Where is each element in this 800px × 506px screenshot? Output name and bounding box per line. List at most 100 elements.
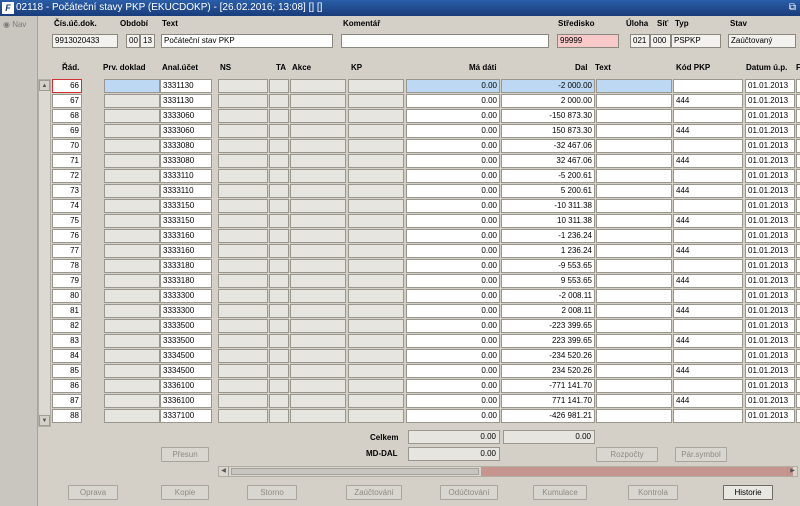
account-cell[interactable]: 3336100 — [160, 394, 212, 408]
table-row[interactable]: 73 3333110 0.00 5 200.61 444 01.01.2013 — [52, 184, 800, 199]
primary-doc-cell[interactable] — [104, 379, 160, 393]
debit-cell[interactable]: 0.00 — [406, 304, 500, 318]
copy-button[interactable]: Kopie — [161, 485, 209, 500]
ta-cell[interactable] — [269, 319, 289, 333]
credit-cell[interactable]: 771 141.70 — [501, 394, 595, 408]
row-number-cell[interactable]: 77 — [52, 244, 82, 258]
akce-cell[interactable] — [290, 379, 346, 393]
row-number-cell[interactable]: 79 — [52, 274, 82, 288]
date-cell[interactable]: 01.01.2013 — [745, 214, 795, 228]
date-cell[interactable]: 01.01.2013 — [745, 304, 795, 318]
kp-cell[interactable] — [348, 139, 404, 153]
row-number-cell[interactable]: 84 — [52, 349, 82, 363]
scroll-down-icon[interactable]: ▼ — [39, 415, 50, 426]
debit-cell[interactable]: 0.00 — [406, 364, 500, 378]
extra-cell[interactable] — [796, 274, 800, 288]
primary-doc-cell[interactable] — [104, 394, 160, 408]
row-number-cell[interactable]: 86 — [52, 379, 82, 393]
row-number-cell[interactable]: 82 — [52, 319, 82, 333]
text-cell[interactable] — [596, 154, 672, 168]
primary-doc-cell[interactable] — [104, 154, 160, 168]
kod-pkp-cell[interactable] — [673, 349, 743, 363]
akce-cell[interactable] — [290, 184, 346, 198]
kod-pkp-cell[interactable]: 444 — [673, 184, 743, 198]
credit-cell[interactable]: -771 141.70 — [501, 379, 595, 393]
credit-cell[interactable]: -2 008.11 — [501, 289, 595, 303]
table-row[interactable]: 81 3333300 0.00 2 008.11 444 01.01.2013 — [52, 304, 800, 319]
ta-cell[interactable] — [269, 109, 289, 123]
ta-cell[interactable] — [269, 214, 289, 228]
kod-pkp-cell[interactable]: 444 — [673, 334, 743, 348]
ta-cell[interactable] — [269, 334, 289, 348]
move-button[interactable]: Přesun — [161, 447, 209, 462]
scroll-left-icon[interactable]: ◀ — [219, 467, 229, 476]
credit-cell[interactable]: -2 000.00 — [501, 79, 595, 93]
primary-doc-cell[interactable] — [104, 334, 160, 348]
akce-cell[interactable] — [290, 349, 346, 363]
primary-doc-cell[interactable] — [104, 94, 160, 108]
text-cell[interactable] — [596, 244, 672, 258]
ta-cell[interactable] — [269, 229, 289, 243]
akce-cell[interactable] — [290, 364, 346, 378]
center-field[interactable]: 99999 — [557, 34, 619, 48]
kp-cell[interactable] — [348, 154, 404, 168]
primary-doc-cell[interactable] — [104, 124, 160, 138]
table-row[interactable]: 76 3333160 0.00 -1 236.24 01.01.2013 — [52, 229, 800, 244]
row-number-cell[interactable]: 81 — [52, 304, 82, 318]
extra-cell[interactable] — [796, 229, 800, 243]
primary-doc-cell[interactable] — [104, 184, 160, 198]
period-field-b[interactable]: 13 — [140, 34, 155, 48]
credit-cell[interactable]: 234 520.26 — [501, 364, 595, 378]
kod-pkp-cell[interactable] — [673, 199, 743, 213]
scroll-up-icon[interactable]: ▲ — [39, 80, 50, 91]
credit-cell[interactable]: 223 399.65 — [501, 334, 595, 348]
kod-pkp-cell[interactable] — [673, 229, 743, 243]
budgets-button[interactable]: Rozpočty — [596, 447, 658, 462]
credit-cell[interactable]: 10 311.38 — [501, 214, 595, 228]
account-cell[interactable]: 3333500 — [160, 319, 212, 333]
horizontal-scrollbar[interactable]: ◀ ▶ — [218, 466, 798, 477]
credit-cell[interactable]: 9 553.65 — [501, 274, 595, 288]
date-cell[interactable]: 01.01.2013 — [745, 94, 795, 108]
debit-cell[interactable]: 0.00 — [406, 394, 500, 408]
extra-cell[interactable] — [796, 154, 800, 168]
table-row[interactable]: 83 3333500 0.00 223 399.65 444 01.01.2013 — [52, 334, 800, 349]
kod-pkp-cell[interactable] — [673, 79, 743, 93]
kod-pkp-cell[interactable] — [673, 259, 743, 273]
extra-cell[interactable] — [796, 109, 800, 123]
date-cell[interactable]: 01.01.2013 — [745, 124, 795, 138]
table-row[interactable]: 78 3333180 0.00 -9 553.65 01.01.2013 — [52, 259, 800, 274]
ta-cell[interactable] — [269, 289, 289, 303]
account-cell[interactable]: 3333300 — [160, 304, 212, 318]
text-cell[interactable] — [596, 199, 672, 213]
ns-cell[interactable] — [218, 259, 268, 273]
row-number-cell[interactable]: 78 — [52, 259, 82, 273]
extra-cell[interactable] — [796, 379, 800, 393]
scroll-track[interactable] — [481, 467, 793, 476]
extra-cell[interactable] — [796, 259, 800, 273]
debit-cell[interactable]: 0.00 — [406, 184, 500, 198]
table-row[interactable]: 86 3336100 0.00 -771 141.70 01.01.2013 — [52, 379, 800, 394]
kp-cell[interactable] — [348, 379, 404, 393]
debit-cell[interactable]: 0.00 — [406, 109, 500, 123]
kp-cell[interactable] — [348, 124, 404, 138]
debit-cell[interactable]: 0.00 — [406, 214, 500, 228]
row-number-cell[interactable]: 88 — [52, 409, 82, 423]
table-row[interactable]: 87 3336100 0.00 771 141.70 444 01.01.2013 — [52, 394, 800, 409]
akce-cell[interactable] — [290, 109, 346, 123]
credit-cell[interactable]: 5 200.61 — [501, 184, 595, 198]
row-number-cell[interactable]: 75 — [52, 214, 82, 228]
primary-doc-cell[interactable] — [104, 214, 160, 228]
kp-cell[interactable] — [348, 79, 404, 93]
extra-cell[interactable] — [796, 124, 800, 138]
row-number-cell[interactable]: 69 — [52, 124, 82, 138]
text-cell[interactable] — [596, 139, 672, 153]
row-number-cell[interactable]: 83 — [52, 334, 82, 348]
akce-cell[interactable] — [290, 94, 346, 108]
date-cell[interactable]: 01.01.2013 — [745, 349, 795, 363]
debit-cell[interactable]: 0.00 — [406, 154, 500, 168]
primary-doc-cell[interactable] — [104, 289, 160, 303]
account-cell[interactable]: 3333110 — [160, 169, 212, 183]
type-field[interactable]: PSPKP — [671, 34, 721, 48]
kod-pkp-cell[interactable]: 444 — [673, 364, 743, 378]
